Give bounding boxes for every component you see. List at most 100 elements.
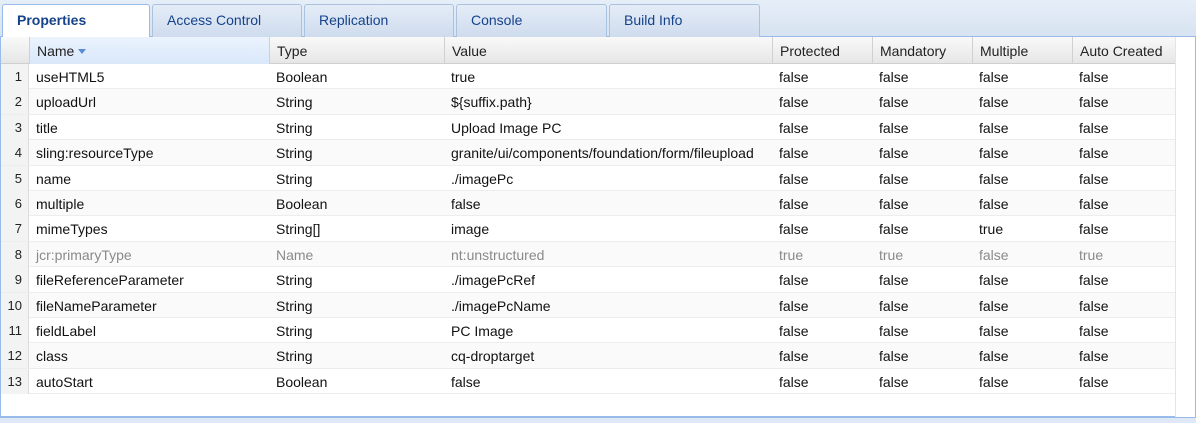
cell-multiple[interactable]: false [972,267,1072,292]
cell-auto-created[interactable]: false [1072,293,1175,318]
column-header-multiple[interactable]: Multiple [972,37,1072,64]
table-row[interactable]: 13 autoStart Boolean false false false false fa… [1,368,1175,395]
cell-auto-created[interactable]: false [1072,140,1175,165]
cell-protected[interactable]: false [772,89,872,114]
cell-value[interactable]: false [444,191,772,216]
cell-type[interactable]: String [269,267,444,292]
cell-mandatory[interactable]: false [872,191,972,216]
cell-type[interactable]: String [269,343,444,368]
cell-value[interactable]: nt:unstructured [444,242,772,267]
cell-type[interactable]: Boolean [269,369,444,394]
cell-mandatory[interactable]: false [872,115,972,140]
cell-auto-created[interactable]: false [1072,318,1175,343]
cell-value[interactable]: PC Image [444,318,772,343]
table-row[interactable]: 4 sling:resourceType String granite/ui/comp… [1,140,1175,166]
cell-multiple[interactable]: false [972,89,1072,114]
cell-mandatory[interactable]: false [872,267,972,292]
cell-type[interactable]: String [269,140,444,165]
cell-auto-created[interactable]: true [1072,242,1175,267]
cell-name[interactable]: name [29,166,269,191]
cell-mandatory[interactable]: false [872,216,972,241]
cell-type[interactable]: Boolean [269,191,444,216]
cell-auto-created[interactable]: false [1072,216,1175,241]
tab-properties[interactable]: Properties [2,4,150,38]
cell-auto-created[interactable]: false [1072,191,1175,216]
table-row[interactable]: 8 jcr:primaryType Name nt:unstructured true t… [1,241,1175,268]
cell-protected[interactable]: false [772,64,872,89]
cell-value[interactable]: image [444,216,772,241]
cell-mandatory[interactable]: false [872,293,972,318]
cell-mandatory[interactable]: false [872,318,972,343]
cell-name[interactable]: title [29,115,269,140]
column-header-protected[interactable]: Protected [772,37,872,64]
cell-protected[interactable]: false [772,216,872,241]
cell-multiple[interactable]: false [972,140,1072,165]
cell-protected[interactable]: true [772,242,872,267]
cell-name[interactable]: multiple [29,191,269,216]
cell-protected[interactable]: false [772,318,872,343]
cell-value[interactable]: true [444,64,772,89]
table-row[interactable]: 9 fileReferenceParameter String ./imagePcRe… [1,267,1175,293]
tab-replication[interactable]: Replication [304,4,454,37]
cell-multiple[interactable]: false [972,242,1072,267]
cell-protected[interactable]: false [772,343,872,368]
table-row[interactable]: 7 mimeTypes String[] image false false true fal… [1,216,1175,242]
cell-name[interactable]: fileNameParameter [29,293,269,318]
cell-protected[interactable]: false [772,140,872,165]
cell-protected[interactable]: false [772,115,872,140]
cell-type[interactable]: String [269,89,444,114]
cell-value[interactable]: ./imagePcRef [444,267,772,292]
cell-type[interactable]: Name [269,242,444,267]
cell-auto-created[interactable]: false [1072,343,1175,368]
cell-mandatory[interactable]: false [872,369,972,394]
cell-protected[interactable]: false [772,267,872,292]
cell-multiple[interactable]: false [972,115,1072,140]
table-row[interactable]: 12 class String cq-droptarget false false fals… [1,343,1175,369]
cell-name[interactable]: fileReferenceParameter [29,267,269,292]
table-row[interactable]: 5 name String ./imagePc false false false false [1,165,1175,191]
cell-multiple[interactable]: false [972,318,1072,343]
cell-auto-created[interactable]: false [1072,369,1175,394]
cell-type[interactable]: String [269,166,444,191]
cell-name[interactable]: class [29,343,269,368]
cell-auto-created[interactable]: false [1072,64,1175,89]
cell-mandatory[interactable]: false [872,166,972,191]
cell-type[interactable]: String [269,115,444,140]
cell-protected[interactable]: false [772,293,872,318]
cell-name[interactable]: sling:resourceType [29,140,269,165]
cell-auto-created[interactable]: false [1072,89,1175,114]
cell-multiple[interactable]: false [972,64,1072,89]
cell-auto-created[interactable]: false [1072,115,1175,140]
table-row[interactable]: 1 useHTML5 Boolean true false false false false [1,64,1175,90]
cell-type[interactable]: String [269,293,444,318]
table-row[interactable]: 11 fieldLabel String PC Image false false fals… [1,317,1175,344]
tab-build-info[interactable]: Build Info [609,4,760,37]
table-row[interactable]: 6 multiple Boolean false false false false fals… [1,190,1175,217]
cell-mandatory[interactable]: false [872,343,972,368]
column-header-auto-created[interactable]: Auto Created [1072,37,1175,64]
cell-name[interactable]: fieldLabel [29,318,269,343]
tab-console[interactable]: Console [456,4,607,37]
cell-multiple[interactable]: false [972,166,1072,191]
cell-name[interactable]: autoStart [29,369,269,394]
cell-value[interactable]: false [444,369,772,394]
table-row[interactable]: 10 fileNameParameter String ./imagePcName fa… [1,292,1175,318]
cell-mandatory[interactable]: true [872,242,972,267]
cell-type[interactable]: String [269,318,444,343]
cell-value[interactable]: ./imagePc [444,166,772,191]
vertical-scrollbar[interactable] [1175,37,1195,417]
column-header-value[interactable]: Value [444,37,772,64]
cell-protected[interactable]: false [772,369,872,394]
cell-auto-created[interactable]: false [1072,267,1175,292]
column-header-mandatory[interactable]: Mandatory [872,37,972,64]
cell-multiple[interactable]: true [972,216,1072,241]
cell-multiple[interactable]: false [972,191,1072,216]
table-row[interactable]: 3 title String Upload Image PC false false fal… [1,114,1175,141]
cell-multiple[interactable]: false [972,343,1072,368]
cell-name[interactable]: mimeTypes [29,216,269,241]
cell-name[interactable]: useHTML5 [29,64,269,89]
cell-mandatory[interactable]: false [872,64,972,89]
cell-value[interactable]: ./imagePcName [444,293,772,318]
cell-mandatory[interactable]: false [872,89,972,114]
cell-multiple[interactable]: false [972,369,1072,394]
